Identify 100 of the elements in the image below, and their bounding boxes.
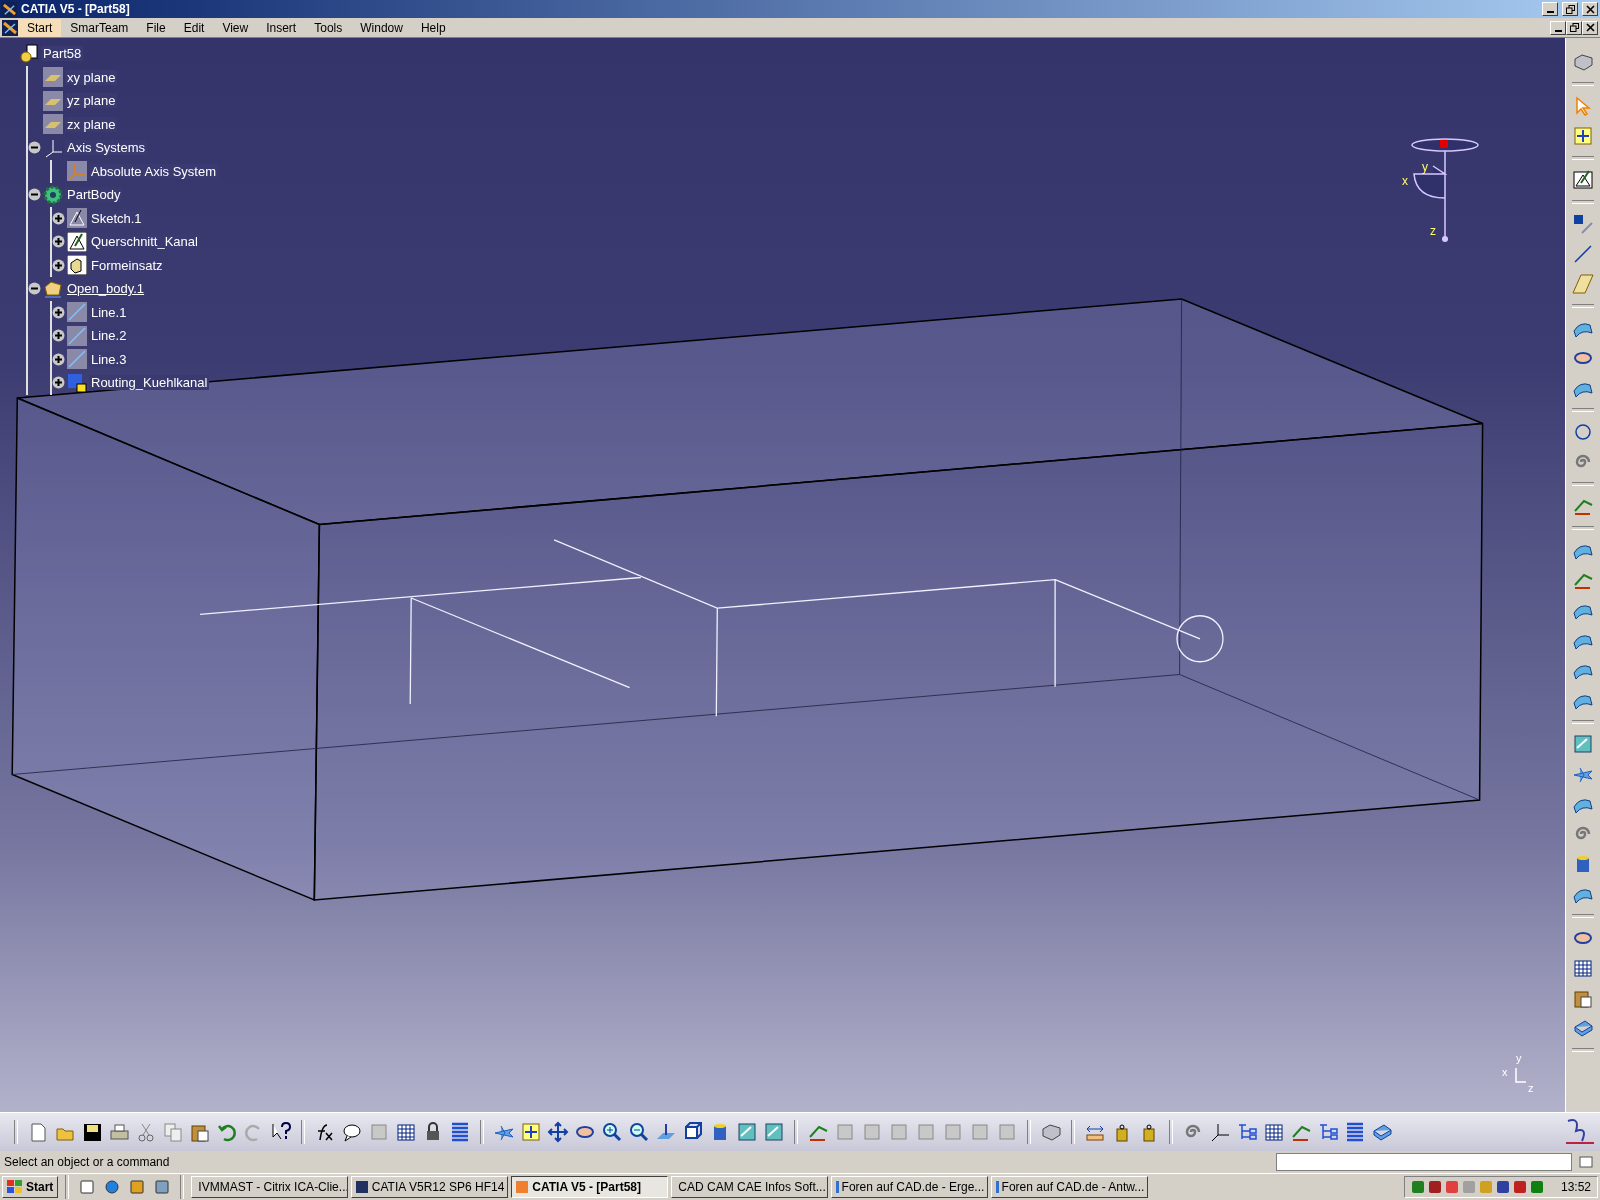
plane-icon — [1572, 273, 1594, 295]
tree-item[interactable]: zx plane — [65, 116, 118, 132]
tree-item[interactable]: Axis Systems — [65, 140, 147, 156]
taskbar-button[interactable]: CATIA V5R12 SP6 HF14 — [351, 1176, 509, 1198]
tray-icon[interactable] — [1495, 1180, 1510, 1194]
tree-item[interactable]: yz plane — [65, 93, 118, 109]
expand-icon[interactable] — [52, 329, 65, 343]
expand-icon[interactable] — [52, 235, 65, 249]
gear-icon — [43, 184, 63, 205]
table-icon — [395, 1121, 417, 1143]
collapse-icon[interactable] — [28, 141, 41, 155]
close-icon — [1585, 23, 1595, 32]
zoom-out-icon — [628, 1121, 650, 1143]
feature-icon — [942, 1121, 964, 1143]
pad-icon — [67, 255, 87, 276]
shaded-view-icon — [763, 1121, 785, 1143]
axis-icon — [67, 161, 87, 182]
axis-label: x — [1502, 1066, 1508, 1078]
axis-label: x — [1402, 174, 1408, 188]
copy-icon — [162, 1121, 184, 1143]
table-icon — [1572, 957, 1594, 979]
menu-item[interactable]: Help — [411, 18, 455, 37]
taskbar-button[interactable]: CATIA V5 - [Part58] — [511, 1176, 669, 1198]
shaded-view-icon — [1572, 733, 1594, 755]
feature-icon — [996, 1121, 1018, 1143]
axis-icon — [1514, 1068, 1526, 1084]
menu-item[interactable]: File — [137, 18, 175, 37]
close-button[interactable] — [1582, 20, 1598, 35]
minimize-button[interactable] — [1542, 2, 1558, 16]
tray-icon[interactable] — [1427, 1180, 1442, 1194]
window-icon — [1579, 1156, 1593, 1168]
printer-icon — [108, 1121, 130, 1143]
axis-label: y — [1516, 1052, 1522, 1064]
taskbar-button[interactable]: Foren auf CAD.de - Erge... — [831, 1176, 989, 1198]
pan-arrows-icon — [547, 1121, 569, 1143]
sketch-icon — [67, 208, 87, 229]
line-icon — [1572, 243, 1594, 265]
plane-icon — [43, 114, 63, 135]
tray-icon[interactable] — [1410, 1180, 1425, 1194]
window-icon — [515, 1180, 530, 1194]
feature-icon — [888, 1121, 910, 1143]
feature-icon — [834, 1121, 856, 1143]
tree-item[interactable]: PartBody — [65, 187, 123, 203]
expand-icon[interactable] — [52, 211, 65, 225]
windows-logo-icon — [7, 1180, 23, 1194]
menu-item[interactable]: Edit — [174, 18, 214, 37]
tray-icon[interactable] — [1512, 1180, 1527, 1194]
tree-item[interactable]: Querschnitt_Kanal — [89, 234, 200, 250]
taskbar-button[interactable]: CAD CAM CAE Infos Soft... — [671, 1176, 829, 1198]
close-button[interactable] — [1582, 2, 1598, 16]
menu-item[interactable]: Start — [18, 18, 62, 37]
window-icon — [355, 1180, 369, 1194]
collapse-icon[interactable] — [28, 282, 41, 296]
expand-icon[interactable] — [52, 376, 65, 390]
expand-icon[interactable] — [52, 305, 65, 319]
feature-icon — [969, 1121, 991, 1143]
clock: 13:52 — [1560, 1180, 1591, 1194]
speech-bubble-icon — [341, 1121, 363, 1143]
tree-item[interactable]: Routing_Kuehlkanal — [89, 375, 210, 391]
app-logo-icon — [2, 19, 18, 36]
expand-icon[interactable] — [52, 258, 65, 272]
tree-item[interactable]: Part58 — [41, 46, 84, 62]
start-button[interactable]: Start — [2, 1176, 59, 1198]
menu-item[interactable]: Tools — [305, 18, 352, 37]
axis-label: z — [1430, 224, 1436, 238]
line-icon — [67, 302, 87, 323]
close-icon — [1585, 4, 1595, 14]
tree-item[interactable]: Open_body.1 — [65, 281, 147, 297]
axis-icon — [43, 137, 63, 158]
expand-icon[interactable] — [52, 352, 65, 366]
minimize-icon — [1546, 11, 1554, 13]
axis-label: y — [1422, 160, 1428, 174]
menu-item[interactable]: View — [213, 18, 258, 37]
tree-structure-icon — [1317, 1121, 1339, 1143]
circle-icon — [1572, 421, 1594, 443]
axis-icon — [1209, 1121, 1231, 1143]
minimize-button[interactable] — [1550, 20, 1566, 35]
restore-button[interactable] — [1566, 20, 1582, 35]
menu-item[interactable]: SmarTeam — [61, 18, 138, 37]
fit-all-icon — [1572, 125, 1594, 147]
window-icon — [995, 1180, 999, 1194]
tray-icon[interactable] — [1529, 1180, 1544, 1194]
command-input-field[interactable] — [1276, 1153, 1572, 1171]
taskbar-button[interactable]: IVMMAST - Citrix ICA-Clie... — [191, 1176, 349, 1198]
restore-button[interactable] — [1562, 2, 1578, 16]
axis-label: z — [1528, 1082, 1534, 1094]
tree-item[interactable]: Absolute Axis System — [89, 163, 218, 179]
list-icon — [1344, 1121, 1366, 1143]
fit-all-icon — [520, 1121, 542, 1143]
menu-item[interactable]: Window — [351, 18, 412, 37]
tree-item[interactable]: xy plane — [65, 69, 118, 85]
sketch-icon — [1572, 169, 1594, 191]
collapse-icon[interactable] — [28, 188, 41, 202]
tray-icon[interactable] — [1444, 1180, 1459, 1194]
menu-item[interactable]: Insert — [257, 18, 306, 37]
line-icon — [67, 325, 87, 346]
sketch-icon — [67, 231, 87, 252]
tree-structure-icon — [1236, 1121, 1258, 1143]
status-message: Select an object or a command — [4, 1155, 171, 1169]
taskbar-button[interactable]: Foren auf CAD.de - Antw... — [991, 1176, 1149, 1198]
